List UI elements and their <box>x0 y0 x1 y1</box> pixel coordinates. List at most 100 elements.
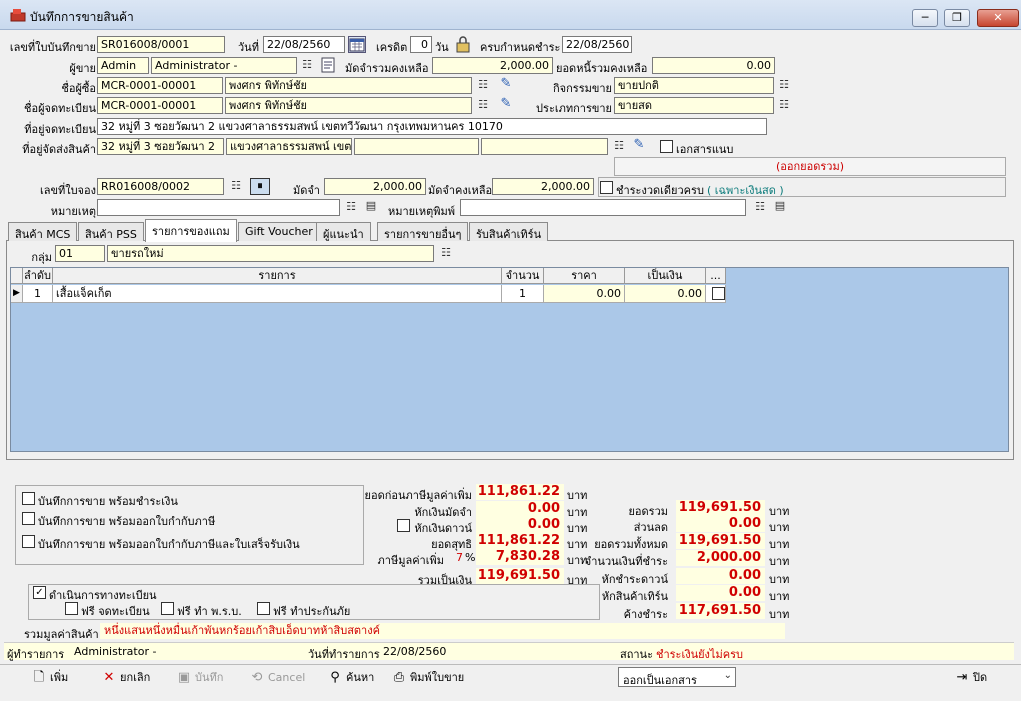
void-button[interactable]: ✕ ยกเลิก <box>102 670 151 688</box>
col-more-header[interactable]: ... <box>706 268 726 284</box>
booking-lookup-icon[interactable]: ☷ <box>228 179 244 194</box>
ship-address-lookup-icon[interactable]: ☷ <box>611 139 627 154</box>
row-amount-cell[interactable]: 0.00 <box>625 285 706 303</box>
buyer-name-field[interactable]: พงศกร พิทักษ์ชัย <box>225 77 472 94</box>
attachment-label: เอกสารแนบ <box>676 143 734 156</box>
registrant-name-field[interactable]: พงศกร พิทักษ์ชัย <box>225 97 472 114</box>
buyer-lookup-icon[interactable]: ☷ <box>475 78 491 93</box>
row-checkbox[interactable] <box>712 287 725 300</box>
buyer-code-field[interactable]: MCR-0001-00001 <box>97 77 223 94</box>
free-reg-label: ฟรี จดทะเบียน <box>81 605 150 618</box>
col-seq-header[interactable]: ลำดับ <box>23 268 53 284</box>
maximize-button[interactable]: ❐ <box>944 9 970 27</box>
sale-type-field[interactable]: ขายสด <box>614 97 774 114</box>
seller-detail-icon[interactable] <box>320 56 338 74</box>
activity-lookup-icon[interactable]: ☷ <box>776 78 792 93</box>
save-pay-checkbox[interactable] <box>22 492 35 505</box>
tab-referrer[interactable]: ผู้แนะนำ <box>316 222 371 241</box>
title-bar: บันทึกการขายสินค้า ─ ❐ ✕ <box>0 0 1021 30</box>
print-remark-field[interactable] <box>460 199 746 216</box>
row-qty-cell[interactable]: 1 <box>502 285 544 303</box>
pay-once-checkbox[interactable] <box>600 181 613 194</box>
booking-detail-button[interactable]: ⏸ <box>250 178 270 195</box>
free-act-checkbox[interactable] <box>161 602 174 615</box>
tab-premium-items[interactable]: รายการของแถม <box>145 219 237 242</box>
ship-address-field-2[interactable]: แขวงศาลาธรรมสพน์ เขต <box>226 138 352 155</box>
seller-lookup-icon[interactable]: ☷ <box>299 58 315 73</box>
tab-trade-in[interactable]: รับสินค้าเทิร์น <box>469 222 549 241</box>
credit-days-field[interactable]: 0 <box>410 36 432 53</box>
row-price-cell[interactable]: 0.00 <box>544 285 625 303</box>
close-window-button[interactable]: ✕ <box>977 9 1019 27</box>
cancel-button[interactable]: ⟲ Cancel <box>250 670 306 688</box>
remark-lookup-icon[interactable]: ☷ <box>343 200 359 215</box>
maker-value: Administrator - <box>74 645 157 658</box>
registrant-code-field[interactable]: MCR-0001-00001 <box>97 97 223 114</box>
reg-address-field[interactable]: 32 หมู่ที่ 3 ซอยวัฒนา 2 แขวงศาลาธรรมสพน์… <box>97 118 767 135</box>
tab-other-sales[interactable]: รายการขายอื่นๆ <box>377 222 469 241</box>
group-code-field[interactable]: 01 <box>55 245 105 262</box>
bottom-toolbar <box>0 664 1021 701</box>
export-select-value: ออกเป็นเอกสาร <box>623 674 697 687</box>
export-select[interactable]: ออกเป็นเอกสาร ⌄ <box>618 667 736 687</box>
group-label: กลุ่ม <box>31 251 52 264</box>
group-name-field[interactable]: ขายรถใหม่ <box>107 245 434 262</box>
add-button[interactable]: 🗋 เพิ่ม <box>32 670 69 688</box>
doc-no-field[interactable]: SR016008/0001 <box>97 36 225 53</box>
outstanding-unit: บาท <box>769 608 790 621</box>
total-value: 119,691.50 <box>476 568 564 584</box>
remark-note-icon[interactable]: ▤ <box>363 199 379 214</box>
status-label: สถานะ <box>620 648 653 661</box>
ship-address-field-3[interactable] <box>354 138 479 155</box>
group-lookup-icon[interactable]: ☷ <box>438 246 454 261</box>
close-button[interactable]: ⇥ ปิด <box>955 670 988 688</box>
save-tax-receipt-label: บันทึกการขาย พร้อมออกใบกำกับภาษีและใบเสร… <box>38 538 300 551</box>
row-seq-cell[interactable]: 1 <box>23 285 53 303</box>
ship-address-field-1[interactable]: 32 หมู่ที่ 3 ซอยวัฒนา 2 <box>97 138 224 155</box>
row-more-cell[interactable] <box>706 285 726 303</box>
tab-pss[interactable]: สินค้า PSS <box>78 222 144 241</box>
lock-icon[interactable] <box>455 36 471 53</box>
debt-left-field: 0.00 <box>652 57 775 74</box>
registrant-label: ชื่อผู้จดทะเบียน <box>24 102 96 115</box>
add-button-label: เพิ่ม <box>50 671 69 684</box>
seller-code-field[interactable]: Admin <box>97 57 149 74</box>
col-price-header[interactable]: ราคา <box>544 268 625 284</box>
col-qty-header[interactable]: จำนวน <box>502 268 544 284</box>
due-date-field[interactable]: 22/08/2560 <box>562 36 632 53</box>
row-item-cell[interactable]: เสื้อแจ็คเก็ต <box>53 285 502 303</box>
free-reg-checkbox[interactable] <box>65 602 78 615</box>
remark-field[interactable] <box>97 199 340 216</box>
save-button[interactable]: ▣ บันทึก <box>177 670 224 688</box>
tab-gift-voucher[interactable]: Gift Voucher <box>238 222 320 241</box>
print-remark-lookup-icon[interactable]: ☷ <box>752 200 768 215</box>
search-button[interactable]: ⚲ ค้นหา <box>328 670 374 688</box>
minimize-button[interactable]: ─ <box>912 9 938 27</box>
buyer-edit-icon[interactable]: ✎ <box>498 77 514 92</box>
col-amount-header[interactable]: เป็นเงิน <box>625 268 706 284</box>
print-button[interactable]: ⎙ พิมพ์ใบขาย <box>392 670 464 688</box>
registrant-edit-icon[interactable]: ✎ <box>498 97 514 112</box>
combine-total-label: (ออกยอดรวม) <box>614 157 1006 176</box>
date-field[interactable]: 22/08/2560 <box>263 36 345 53</box>
search-button-label: ค้นหา <box>346 671 375 684</box>
activity-field[interactable]: ขายปกติ <box>614 77 774 94</box>
col-item-header[interactable]: รายการ <box>53 268 502 284</box>
attachment-checkbox[interactable] <box>660 140 673 153</box>
free-ins-checkbox[interactable] <box>257 602 270 615</box>
print-remark-note-icon[interactable]: ▤ <box>772 199 788 214</box>
seller-name-field[interactable]: Administrator - <box>151 57 297 74</box>
in-words-label: รวมมูลค่าสินค้า <box>24 628 99 641</box>
save-tax-checkbox[interactable] <box>22 512 35 525</box>
calendar-icon[interactable] <box>348 36 366 53</box>
registration-checkbox[interactable]: ✓ <box>33 586 46 599</box>
tab-mcs[interactable]: สินค้า MCS <box>8 222 78 241</box>
pay-once-label: ชำระงวดเดียวครบ <box>616 184 704 197</box>
booking-no-field[interactable]: RR016008/0002 <box>97 178 224 195</box>
sale-type-lookup-icon[interactable]: ☷ <box>776 98 792 113</box>
save-tax-receipt-checkbox[interactable] <box>22 535 35 548</box>
ship-address-edit-icon[interactable]: ✎ <box>631 138 647 153</box>
registrant-lookup-icon[interactable]: ☷ <box>475 98 491 113</box>
save-tax-label: บันทึกการขาย พร้อมออกใบกำกับภาษี <box>38 515 216 528</box>
ship-address-field-4[interactable] <box>481 138 608 155</box>
